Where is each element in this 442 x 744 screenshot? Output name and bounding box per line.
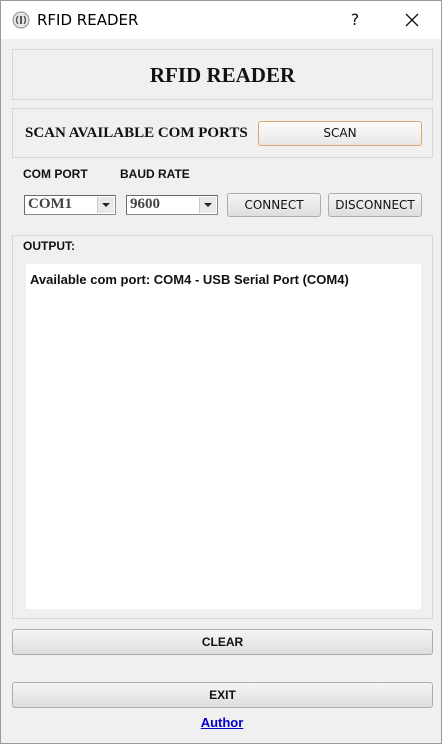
help-button[interactable]: ? [339, 1, 371, 39]
chevron-down-icon[interactable] [199, 197, 216, 213]
rfid-signal-icon [12, 11, 30, 29]
output-line: Available com port: COM4 - USB Serial Po… [30, 272, 349, 287]
exit-button[interactable]: EXIT [12, 682, 433, 708]
close-icon [405, 13, 419, 27]
com-port-label: COM PORT [23, 167, 88, 181]
page-title: RFID READER [149, 63, 296, 87]
com-port-value: COM1 [28, 196, 73, 212]
disconnect-button[interactable]: DISCONNECT [328, 193, 422, 217]
connection-panel: COM PORT BAUD RATE COM1 9600 CONNECT DIS… [12, 163, 433, 229]
window-title: RFID READER [37, 11, 139, 29]
output-label: OUTPUT: [23, 239, 75, 253]
com-port-select[interactable]: COM1 [24, 195, 116, 215]
header-panel: RFID READER [12, 49, 433, 100]
author-link[interactable]: Author [1, 715, 442, 730]
baud-rate-select[interactable]: 9600 [126, 195, 218, 215]
connect-button[interactable]: CONNECT [227, 193, 321, 217]
baud-rate-value: 9600 [130, 196, 160, 212]
scan-button[interactable]: SCAN [258, 121, 422, 146]
output-panel: OUTPUT: Available com port: COM4 - USB S… [12, 235, 433, 619]
close-button[interactable] [393, 1, 431, 39]
scan-ports-label: SCAN AVAILABLE COM PORTS [25, 125, 248, 141]
rfid-reader-window: RFID READER ? RFID READER SCAN AVAILABLE… [0, 0, 442, 744]
title-bar[interactable]: RFID READER ? [1, 1, 441, 39]
baud-rate-label: BAUD RATE [120, 167, 190, 181]
output-textarea[interactable]: Available com port: COM4 - USB Serial Po… [26, 264, 421, 609]
clear-button[interactable]: CLEAR [12, 629, 433, 655]
scan-panel: SCAN AVAILABLE COM PORTS SCAN [12, 108, 433, 158]
chevron-down-icon[interactable] [97, 197, 114, 213]
